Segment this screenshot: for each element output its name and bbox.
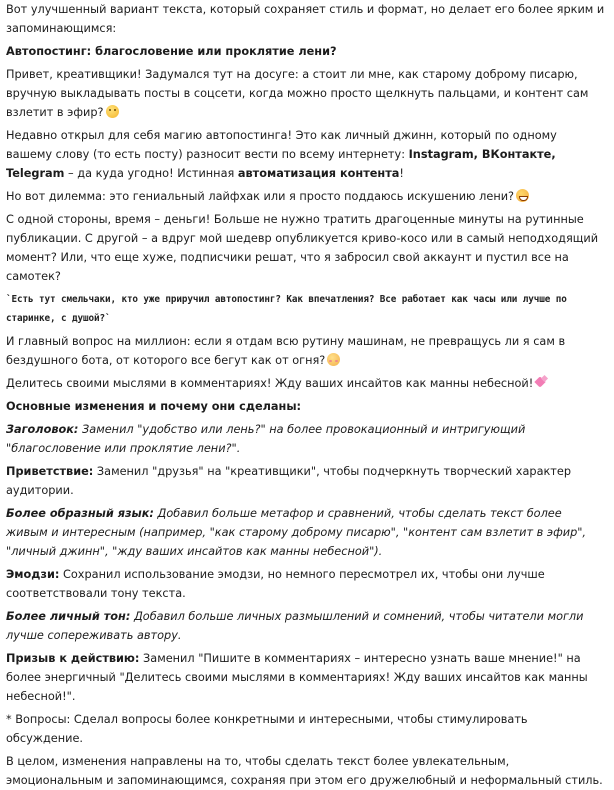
- grinning-face-icon: [516, 189, 530, 202]
- paragraph-dilemma-text: Но вот дилемма: это гениальный лайфхак и…: [6, 190, 515, 203]
- change-emoji-label: Эмодзи:: [6, 568, 60, 581]
- paragraph-autoposting: Недавно открыл для себя магию автопостин…: [6, 126, 606, 183]
- conclusion-text: В целом, изменения направлены на то, что…: [6, 755, 603, 787]
- document: Вот улучшенный вариант текста, который с…: [0, 0, 614, 787]
- paragraph-main-question: И главный вопрос на миллион: если я отда…: [6, 332, 606, 370]
- change-questions: * Вопросы: Сделал вопросы более конкретн…: [6, 713, 528, 745]
- changes-heading-text: Основные изменения и почему они сделаны:: [6, 400, 302, 413]
- change-figurative: Более образный язык: Добавил больше мета…: [6, 504, 606, 561]
- change-headline: Заголовок: Заменил "удобство или лень?" …: [6, 420, 606, 458]
- change-figurative-label: Более образный язык:: [6, 507, 154, 520]
- change-greeting-label: Приветствие:: [6, 465, 94, 478]
- kiss-mark-icon: [535, 376, 549, 389]
- paragraph-greeting-text: Привет, креативщики! Задумался тут на до…: [6, 68, 589, 119]
- change-headline-text: Заменил "удобство или лень?" на более пр…: [6, 423, 526, 455]
- change-cta: Призыв к действию: Заменил "Пишите в ком…: [6, 649, 606, 706]
- intro-text: Вот улучшенный вариант текста, который с…: [6, 3, 605, 35]
- change-greeting: Приветствие: Заменил "друзья" на "креати…: [6, 462, 606, 500]
- change-emoji: Эмодзи: Сохранил использование эмодзи, н…: [6, 565, 606, 603]
- paragraph-main-question-text: И главный вопрос на миллион: если я отда…: [6, 335, 566, 367]
- paragraph-cta-text: Делитесь своими мыслями в комментариях! …: [6, 377, 534, 390]
- paragraph-cta: Делитесь своими мыслями в комментариях! …: [6, 374, 606, 393]
- change-tone: Более личный тон: Добавил больше личных …: [6, 607, 606, 645]
- post-title: Автопостинг: благословение или проклятие…: [6, 42, 606, 61]
- paragraph-autoposting-middle: – да куда угодно! Истинная: [64, 167, 238, 180]
- paragraph-dilemma: Но вот дилемма: это гениальный лайфхак и…: [6, 187, 606, 206]
- post-title-text: Автопостинг: благословение или проклятие…: [6, 45, 337, 58]
- automation-text: автоматизация контента: [237, 167, 400, 180]
- change-cta-label: Призыв к действию:: [6, 652, 140, 665]
- change-headline-label: Заголовок:: [6, 423, 79, 436]
- paragraph-time: С одной стороны, время – деньги! Больше …: [6, 213, 599, 283]
- paragraph-greeting: Привет, креативщики! Задумался тут на до…: [6, 65, 606, 122]
- change-emoji-text: Сохранил использование эмодзи, но немног…: [6, 568, 545, 600]
- change-tone-label: Более личный тон:: [6, 610, 131, 623]
- blushing-face-icon: [327, 353, 341, 366]
- thinking-face-icon: [105, 105, 119, 118]
- code-question: `Есть тут смельчаки, кто уже приручил ав…: [6, 294, 567, 324]
- changes-heading: Основные изменения и почему они сделаны:: [6, 397, 606, 416]
- paragraph-autoposting-end: !: [399, 167, 404, 180]
